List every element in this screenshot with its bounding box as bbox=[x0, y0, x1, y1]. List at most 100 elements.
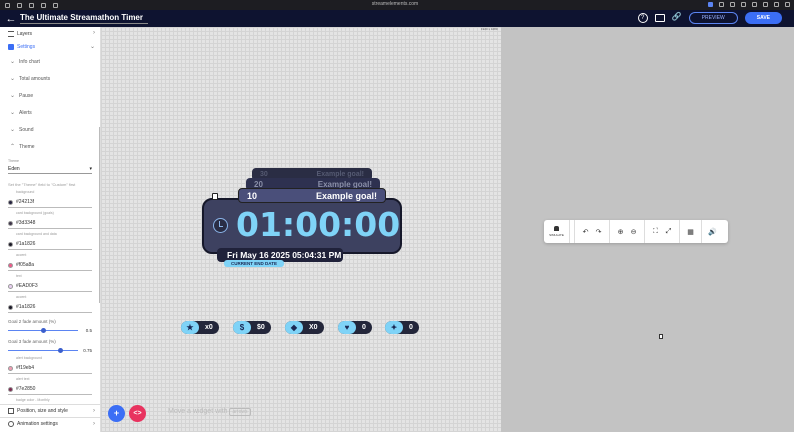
sidebar-item-settings[interactable]: Settings ⌄ bbox=[0, 40, 100, 53]
preview-button[interactable]: PREVIEW bbox=[688, 12, 738, 24]
section-pause[interactable]: ⌄ Pause bbox=[0, 87, 100, 104]
color-field[interactable]: #f19eb4 bbox=[8, 360, 92, 374]
share-icon[interactable] bbox=[741, 2, 746, 7]
window-min-icon[interactable] bbox=[763, 2, 768, 7]
sidebar-item-label: Layers bbox=[17, 30, 33, 37]
wrench-icon bbox=[8, 43, 14, 50]
color-field[interactable]: #24213f bbox=[8, 194, 92, 208]
resize-handle[interactable] bbox=[212, 193, 218, 200]
color-swatch[interactable] bbox=[8, 221, 13, 226]
sidebar-item-label: Settings bbox=[17, 43, 36, 50]
color-swatch[interactable] bbox=[8, 200, 13, 205]
tabs-icon[interactable] bbox=[17, 2, 22, 8]
fullscreen-icon[interactable]: ⤢ bbox=[662, 228, 675, 236]
chevron-right-icon: › bbox=[93, 408, 95, 414]
animation-icon bbox=[8, 421, 14, 427]
section-sound[interactable]: ⌄ Sound bbox=[0, 121, 100, 138]
move-hint: Move a widget with arrows bbox=[168, 408, 251, 416]
download-icon[interactable] bbox=[752, 2, 757, 7]
chevron-down-icon: ⌄ bbox=[10, 59, 16, 65]
grid-icon[interactable]: ▦ bbox=[684, 228, 697, 236]
color-hex-value: #7e2850 bbox=[16, 386, 36, 392]
reload-icon[interactable] bbox=[53, 2, 58, 8]
goal-bar-1[interactable]: 10 Example goal! bbox=[238, 188, 386, 203]
color-swatch[interactable] bbox=[8, 284, 13, 289]
chevron-down-icon: ⌄ bbox=[89, 44, 95, 50]
code-editor-button[interactable]: <> bbox=[129, 405, 146, 422]
save-button[interactable]: SAVE bbox=[744, 12, 782, 24]
section-info-chart[interactable]: ⌄ Info chart bbox=[0, 53, 100, 70]
fit-screen-icon[interactable]: ⛶ bbox=[649, 228, 662, 236]
window-max-icon[interactable] bbox=[774, 2, 779, 7]
chevron-down-icon: ⌄ bbox=[10, 110, 16, 116]
layers-icon bbox=[8, 30, 14, 37]
monitor-icon[interactable] bbox=[654, 14, 665, 22]
section-alerts[interactable]: ⌄ Alerts bbox=[0, 104, 100, 121]
back-nav-icon[interactable] bbox=[29, 2, 34, 8]
forward-nav-icon[interactable] bbox=[41, 2, 46, 8]
theme-select[interactable]: Eden ▾ bbox=[8, 164, 92, 174]
color-field[interactable]: #1a1826 bbox=[8, 236, 92, 250]
browser-toolbar: streamelements.com bbox=[0, 0, 794, 10]
clock-icon bbox=[213, 218, 228, 233]
link-icon[interactable]: 🔗 bbox=[672, 13, 682, 23]
chevron-right-icon: › bbox=[93, 30, 95, 36]
goal3-fade-slider[interactable]: Goal 3 fade amount (%) 0.75 bbox=[8, 339, 92, 353]
color-field[interactable]: #3d3348 bbox=[8, 215, 92, 229]
color-hex-value: #EAD0F3 bbox=[16, 283, 38, 289]
color-swatch[interactable] bbox=[8, 305, 13, 310]
color-hex-value: #24213f bbox=[16, 199, 35, 205]
chevron-right-icon: › bbox=[93, 421, 95, 427]
simulate-button[interactable]: SIMULATE bbox=[544, 220, 570, 243]
position-size-style-item[interactable]: Position, size and style › bbox=[0, 404, 100, 417]
color-swatch[interactable] bbox=[8, 387, 13, 392]
counter-raids[interactable]: ✦ 0 bbox=[385, 321, 419, 334]
goal2-fade-slider[interactable]: Goal 2 fade amount (%) 0.5 bbox=[8, 319, 92, 333]
undo-icon[interactable]: ↶ bbox=[579, 228, 592, 236]
extension-icon-3[interactable] bbox=[730, 2, 735, 7]
redo-icon[interactable]: ↷ bbox=[592, 228, 605, 236]
megaphone-icon: ✦ bbox=[385, 321, 403, 334]
app-header: ← The Ultimate Streamathon Timer ? 🔗 PRE… bbox=[0, 10, 794, 27]
counter-bits[interactable]: ◆ X0 bbox=[285, 321, 324, 334]
color-field[interactable]: #f05a8a bbox=[8, 257, 92, 271]
section-total-amounts[interactable]: ⌄ Total amounts bbox=[0, 70, 100, 87]
counter-stars[interactable]: ★ x0 bbox=[181, 321, 219, 334]
chevron-down-icon: ⌄ bbox=[10, 93, 16, 99]
canvas-dimensions: 1920 x 1080 bbox=[481, 27, 498, 31]
zoom-in-icon[interactable]: ⊕ bbox=[614, 228, 627, 236]
dropdown-arrow-icon: ▾ bbox=[89, 165, 92, 172]
counter-tips[interactable]: $ $0 bbox=[233, 321, 271, 334]
sidebar-item-layers[interactable]: Layers › bbox=[0, 27, 100, 40]
color-swatch[interactable] bbox=[8, 242, 13, 247]
address-bar[interactable]: streamelements.com bbox=[340, 1, 450, 8]
slider-thumb[interactable] bbox=[40, 328, 46, 333]
mouse-cursor bbox=[659, 334, 663, 339]
help-icon[interactable]: ? bbox=[637, 13, 648, 23]
extension-icon-2[interactable] bbox=[719, 2, 724, 7]
settings-sidebar: Layers › Settings ⌄ ⌄ Info chart ⌄ Total a… bbox=[0, 27, 101, 432]
chevron-down-icon: ⌄ bbox=[10, 127, 16, 133]
sidebar-toggle-icon[interactable] bbox=[5, 2, 10, 8]
position-icon bbox=[8, 408, 14, 414]
bell-icon bbox=[554, 226, 559, 231]
color-field[interactable]: #1a1826 bbox=[8, 299, 92, 313]
section-theme[interactable]: ⌃ Theme bbox=[0, 138, 100, 155]
color-swatch[interactable] bbox=[8, 366, 13, 371]
zoom-out-icon[interactable]: ⊖ bbox=[627, 228, 640, 236]
window-close-icon[interactable] bbox=[785, 2, 790, 7]
color-field[interactable]: #7e2850 bbox=[8, 381, 92, 395]
back-arrow-icon[interactable]: ← bbox=[4, 13, 18, 25]
color-hex-value: #1a1826 bbox=[16, 304, 36, 310]
color-swatch[interactable] bbox=[8, 263, 13, 268]
widget-title[interactable]: The Ultimate Streamathon Timer bbox=[20, 13, 148, 24]
volume-icon[interactable]: 🔊 bbox=[706, 228, 719, 236]
heart-icon: ♥ bbox=[338, 321, 356, 334]
extension-icon[interactable] bbox=[708, 2, 713, 7]
animation-settings-item[interactable]: Animation settings › bbox=[0, 417, 100, 430]
slider-thumb[interactable] bbox=[58, 348, 63, 353]
add-widget-button[interactable]: + bbox=[108, 405, 125, 422]
canvas-toolbox: SIMULATE ↶ ↷ ⊕ ⊖ ⛶ ⤢ ▦ 🔊 bbox=[544, 220, 728, 243]
color-field[interactable]: #EAD0F3 bbox=[8, 278, 92, 292]
counter-follows[interactable]: ♥ 0 bbox=[338, 321, 372, 334]
